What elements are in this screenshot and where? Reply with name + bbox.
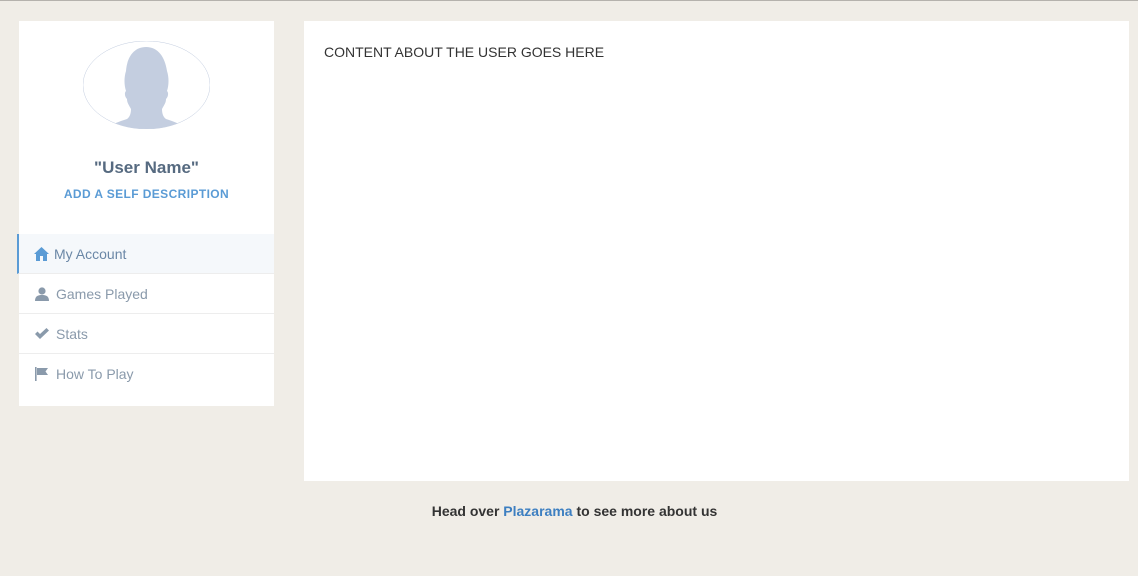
- footer-suffix: to see more about us: [576, 503, 718, 519]
- nav-item-how-to-play[interactable]: How To Play: [19, 354, 274, 394]
- nav-item-label: Games Played: [56, 285, 148, 302]
- user-silhouette-icon: [82, 40, 211, 130]
- user-icon: [34, 286, 49, 301]
- content-placeholder-text: CONTENT ABOUT THE USER GOES HERE: [324, 44, 605, 60]
- home-icon: [34, 246, 49, 261]
- profile-sidebar: "User Name" ADD A SELF DESCRIPTION My Ac…: [17, 21, 274, 406]
- nav-item-games-played[interactable]: Games Played: [19, 274, 274, 314]
- profile-nav: My Account Games Played Stats How To Pla…: [17, 234, 274, 394]
- footer-prefix: Head over: [431, 503, 500, 519]
- check-icon: [34, 326, 49, 341]
- nav-item-label: How To Play: [56, 366, 134, 382]
- nav-item-my-account[interactable]: My Account: [17, 234, 274, 274]
- nav-item-stats[interactable]: Stats: [19, 314, 274, 354]
- avatar: [82, 40, 211, 130]
- plazarama-link[interactable]: Plazarama: [503, 503, 572, 519]
- footer: Head over Plazarama to see more about us: [304, 503, 845, 519]
- flag-icon: [34, 366, 49, 381]
- nav-item-label: Stats: [56, 325, 88, 342]
- add-self-description-link[interactable]: ADD A SELF DESCRIPTION: [19, 187, 274, 201]
- user-name: "User Name": [94, 158, 199, 177]
- main-content-panel: CONTENT ABOUT THE USER GOES HERE: [304, 21, 1129, 481]
- nav-item-label: My Account: [54, 245, 127, 262]
